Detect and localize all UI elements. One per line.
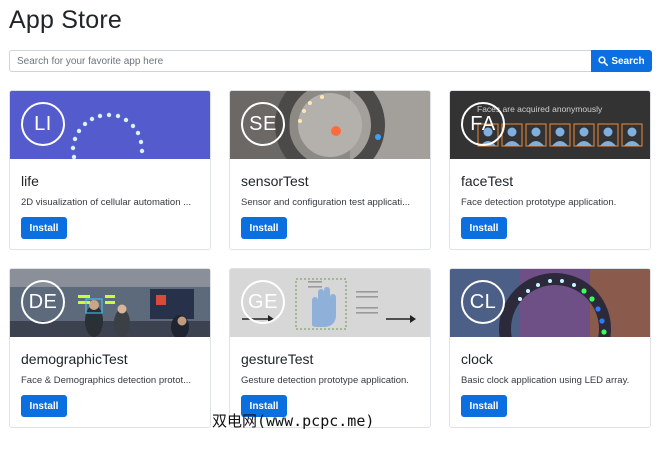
app-title-life: life	[21, 173, 39, 189]
app-title-sensortest: sensorTest	[241, 173, 309, 189]
app-avatar-facetest: FA	[461, 102, 505, 146]
app-description-demographictest: Face & Demographics detection protot...	[21, 375, 192, 386]
page-title: App Store	[9, 6, 122, 34]
app-description-life: 2D visualization of cellular automation …	[21, 197, 192, 208]
app-avatar-life: LI	[21, 102, 65, 146]
app-grid: LI life 2D visualization of cellular aut…	[9, 90, 652, 450]
app-description-facetest: Face detection prototype application.	[461, 197, 617, 208]
app-card-sensortest: SE sensorTest Sensor and configuration t…	[229, 90, 431, 250]
app-card-clock: CL clock Basic clock application using L…	[449, 268, 651, 428]
app-avatar-gesturetest: GE	[241, 280, 285, 324]
app-card-facetest: Faces are acquired anonymously FA faceTe…	[449, 90, 651, 250]
app-title-clock: clock	[461, 351, 493, 367]
app-description-sensortest: Sensor and configuration test applicati.…	[241, 197, 410, 208]
app-title-gesturetest: gestureTest	[241, 351, 314, 367]
app-title-demographictest: demographicTest	[21, 351, 128, 367]
search-input[interactable]	[9, 50, 591, 72]
app-card-life: LI life 2D visualization of cellular aut…	[9, 90, 211, 250]
install-button-facetest[interactable]: Install	[461, 217, 507, 239]
app-image-clock: CL	[450, 269, 650, 337]
install-button-demographictest[interactable]: Install	[21, 395, 67, 417]
app-avatar-sensortest: SE	[241, 102, 285, 146]
app-image-facetest: Faces are acquired anonymously FA	[450, 91, 650, 159]
app-card-gesturetest: GE gestureTest Gesture detection prototy…	[229, 268, 431, 428]
search-bar: Search	[9, 50, 652, 72]
search-button[interactable]: Search	[591, 50, 652, 72]
app-avatar-demographictest: DE	[21, 280, 65, 324]
install-button-sensortest[interactable]: Install	[241, 217, 287, 239]
install-button-life[interactable]: Install	[21, 217, 67, 239]
app-image-demographictest: DE	[10, 269, 210, 337]
app-title-facetest: faceTest	[461, 173, 514, 189]
app-description-clock: Basic clock application using LED array.	[461, 375, 630, 386]
app-description-gesturetest: Gesture detection prototype application.	[241, 375, 409, 386]
search-button-label: Search	[611, 55, 645, 67]
app-image-gesturetest: GE	[230, 269, 430, 337]
watermark: 双电网(www.pcpc.me)	[212, 412, 375, 430]
search-icon	[598, 56, 609, 66]
app-card-demographictest: DE demographicTest Face & Demographics d…	[9, 268, 211, 428]
install-button-clock[interactable]: Install	[461, 395, 507, 417]
app-image-sensortest: SE	[230, 91, 430, 159]
app-image-life: LI	[10, 91, 210, 159]
app-avatar-clock: CL	[461, 280, 505, 324]
